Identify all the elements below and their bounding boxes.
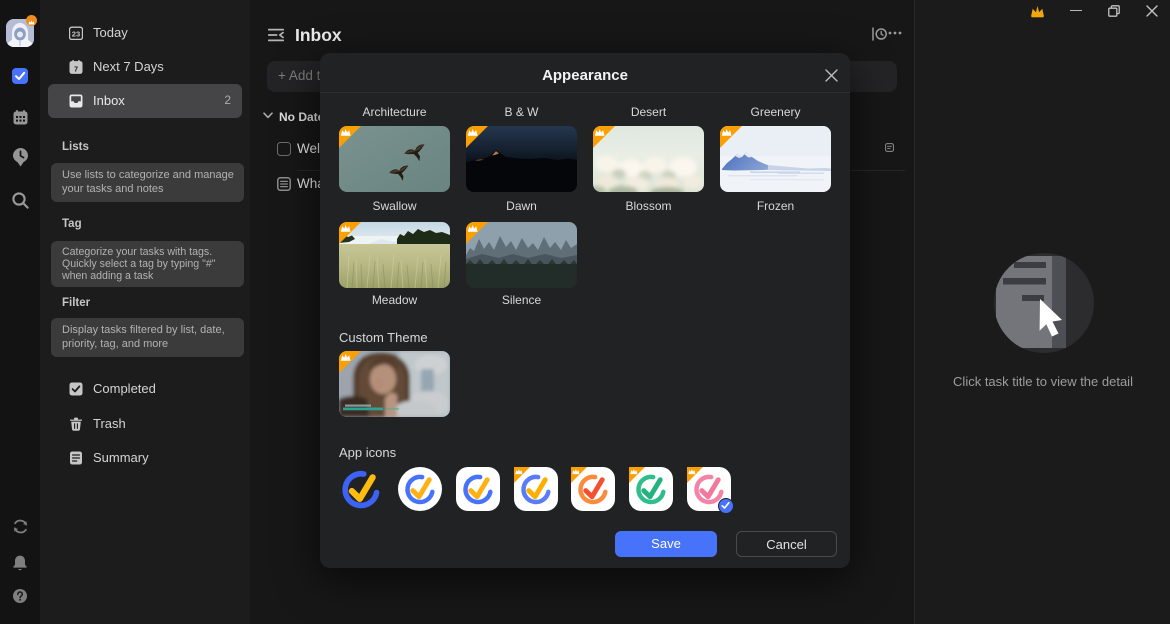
svg-text:23: 23 [72,30,80,39]
svg-text:7: 7 [74,65,78,74]
